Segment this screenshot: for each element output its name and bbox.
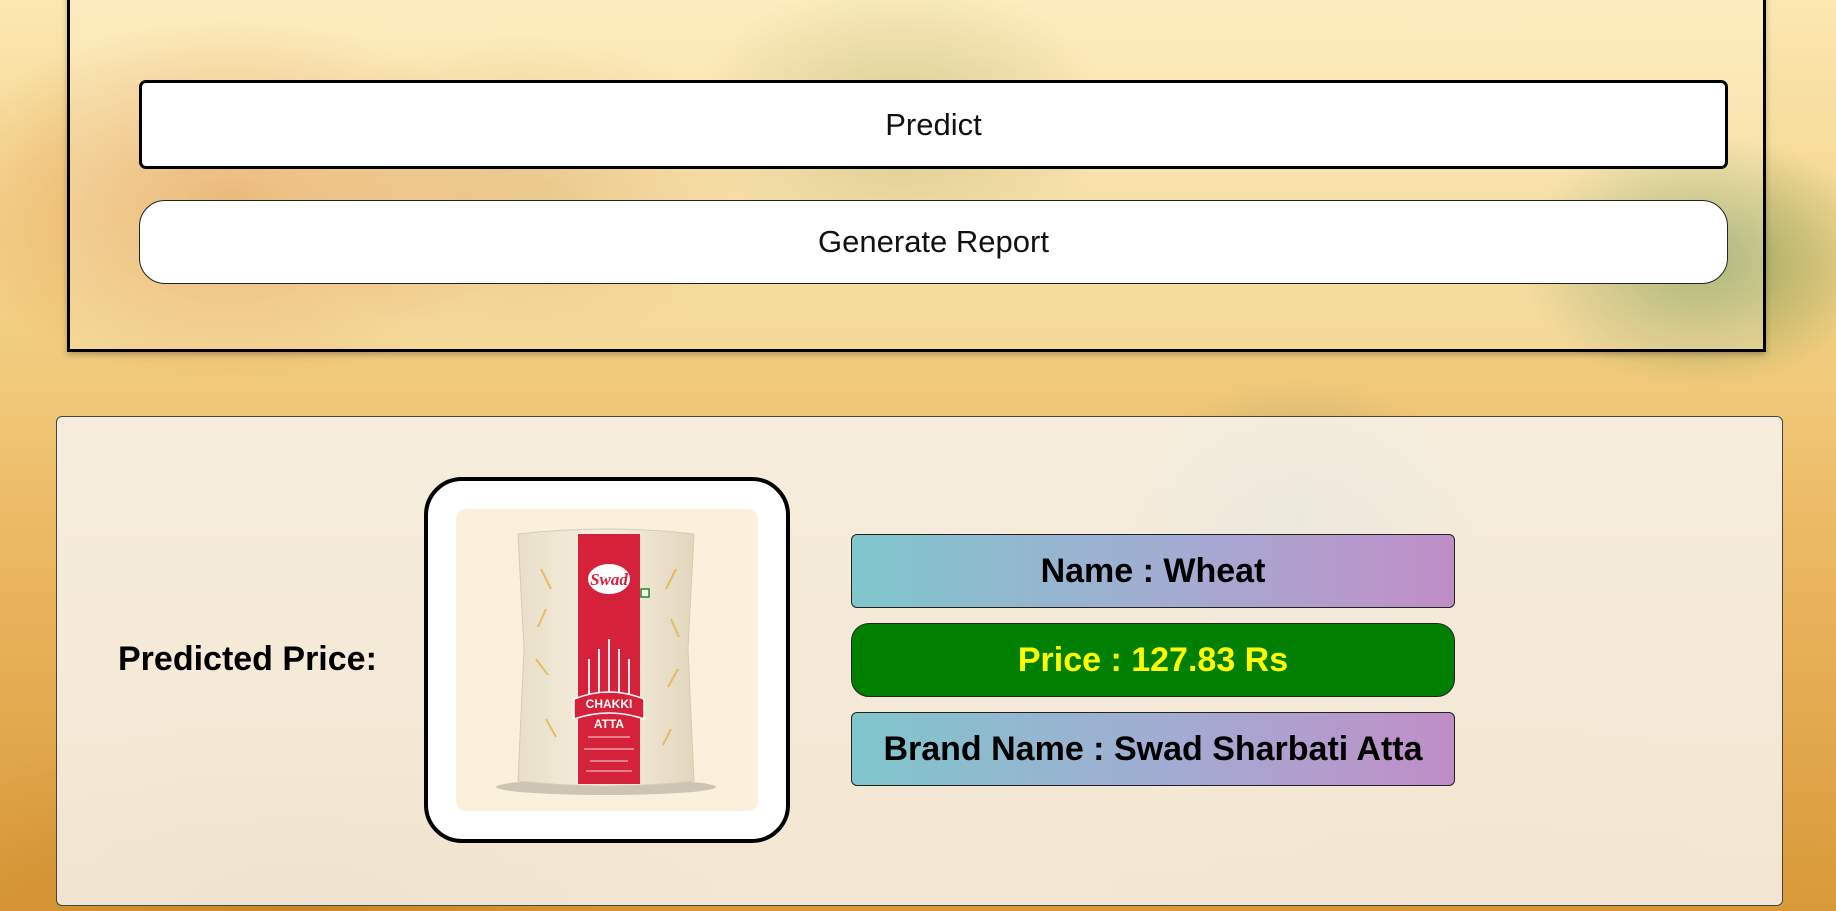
prediction-form-card — [67, 0, 1766, 352]
product-image: Swad CHAKKI ATTA — [456, 509, 758, 811]
product-name-box: Name : Wheat — [851, 534, 1455, 608]
predict-button[interactable]: Predict — [139, 80, 1728, 169]
svg-text:CHAKKI: CHAKKI — [586, 697, 633, 711]
svg-text:Swad: Swad — [590, 570, 628, 589]
predicted-price-heading: Predicted Price: — [118, 640, 377, 678]
brand-name-box: Brand Name : Swad Sharbati Atta — [851, 712, 1455, 786]
atta-package-icon: Swad CHAKKI ATTA — [496, 528, 716, 795]
product-image-frame: Swad CHAKKI ATTA — [424, 477, 790, 843]
page: Predict Generate Report Predicted Price: — [0, 0, 1836, 911]
svg-text:ATTA: ATTA — [594, 717, 625, 731]
predicted-price-box: Price : 127.83 Rs — [851, 623, 1455, 697]
generate-report-button[interactable]: Generate Report — [139, 200, 1728, 284]
